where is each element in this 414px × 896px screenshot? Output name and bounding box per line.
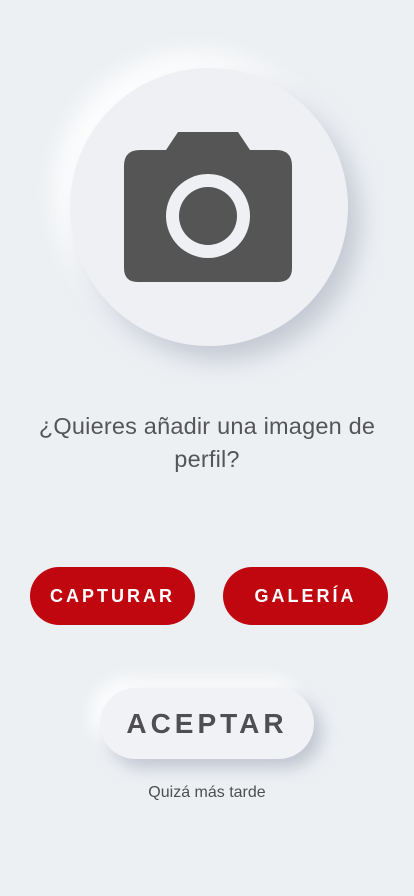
accept-button[interactable]: ACEPTAR: [100, 688, 314, 759]
maybe-later-link[interactable]: Quizá más tarde: [0, 784, 414, 802]
profile-photo-placeholder[interactable]: [70, 68, 348, 346]
add-photo-prompt: ¿Quieres añadir una imagen de perfil?: [38, 413, 376, 472]
capture-button[interactable]: CAPTURAR: [30, 567, 195, 625]
gallery-button[interactable]: GALERÍA: [223, 567, 388, 625]
camera-icon: [124, 132, 292, 282]
